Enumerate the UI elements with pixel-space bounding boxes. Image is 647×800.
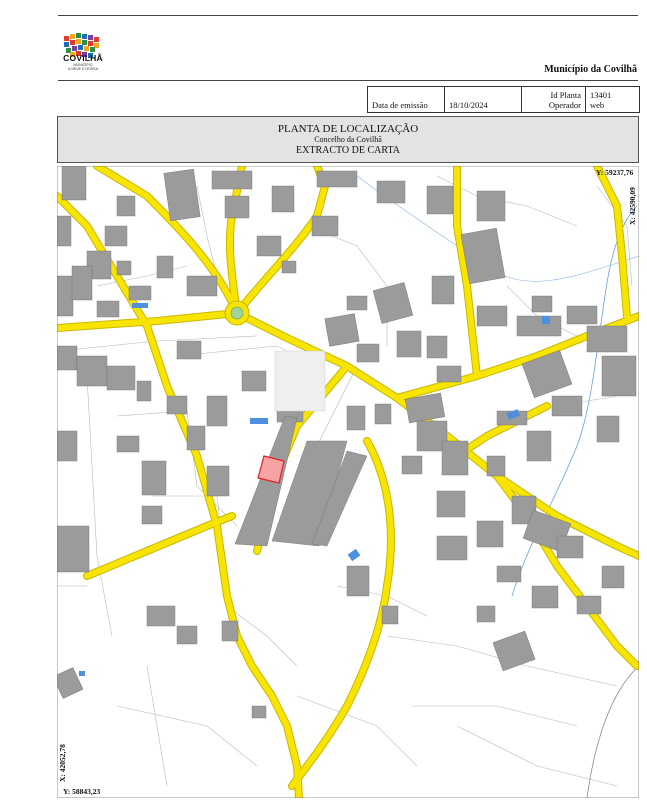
title-line-3: EXTRACTO DE CARTA bbox=[296, 145, 400, 156]
plan-id-label: Id Planta bbox=[550, 89, 581, 100]
issue-date-value: 18/10/2024 bbox=[444, 86, 522, 113]
logo-wordmark: COVILHÃ bbox=[63, 53, 103, 63]
coord-top-right-y: Y: 59237,76 bbox=[596, 168, 634, 177]
coord-bottom-left-x: X: 42052,78 bbox=[58, 744, 67, 782]
coord-top-right-x: X: 42590,09 bbox=[628, 187, 637, 225]
issue-info-table: Data de emissão 18/10/2024 Id Planta Ope… bbox=[367, 86, 640, 113]
top-rule bbox=[58, 15, 638, 16]
municipality-name: Município da Covilhã bbox=[544, 64, 637, 75]
coord-bottom-left-y: Y: 58843,23 bbox=[63, 787, 101, 796]
title-block: PLANTA DE LOCALIZAÇÃO Concelho da Covilh… bbox=[57, 116, 639, 163]
plan-id-operator-labels: Id Planta Operador bbox=[521, 86, 586, 113]
plan-id-operator-values: 13401 web bbox=[585, 86, 640, 113]
operator-label: Operador bbox=[548, 99, 581, 110]
operator-value: web bbox=[590, 99, 605, 110]
map-canvas bbox=[57, 166, 639, 798]
header-rule bbox=[58, 80, 638, 81]
title-line-2: Concelho da Covilhã bbox=[314, 135, 382, 144]
roundabout-center bbox=[230, 306, 244, 320]
logo-tagline: MUNICÍPIO A NEVE E NOSSA bbox=[68, 63, 98, 71]
issue-date-label: Data de emissão bbox=[367, 86, 445, 113]
plan-id-value: 13401 bbox=[590, 89, 612, 100]
open-square bbox=[274, 350, 326, 412]
title-line-1: PLANTA DE LOCALIZAÇÃO bbox=[277, 123, 419, 135]
location-map bbox=[57, 166, 639, 798]
